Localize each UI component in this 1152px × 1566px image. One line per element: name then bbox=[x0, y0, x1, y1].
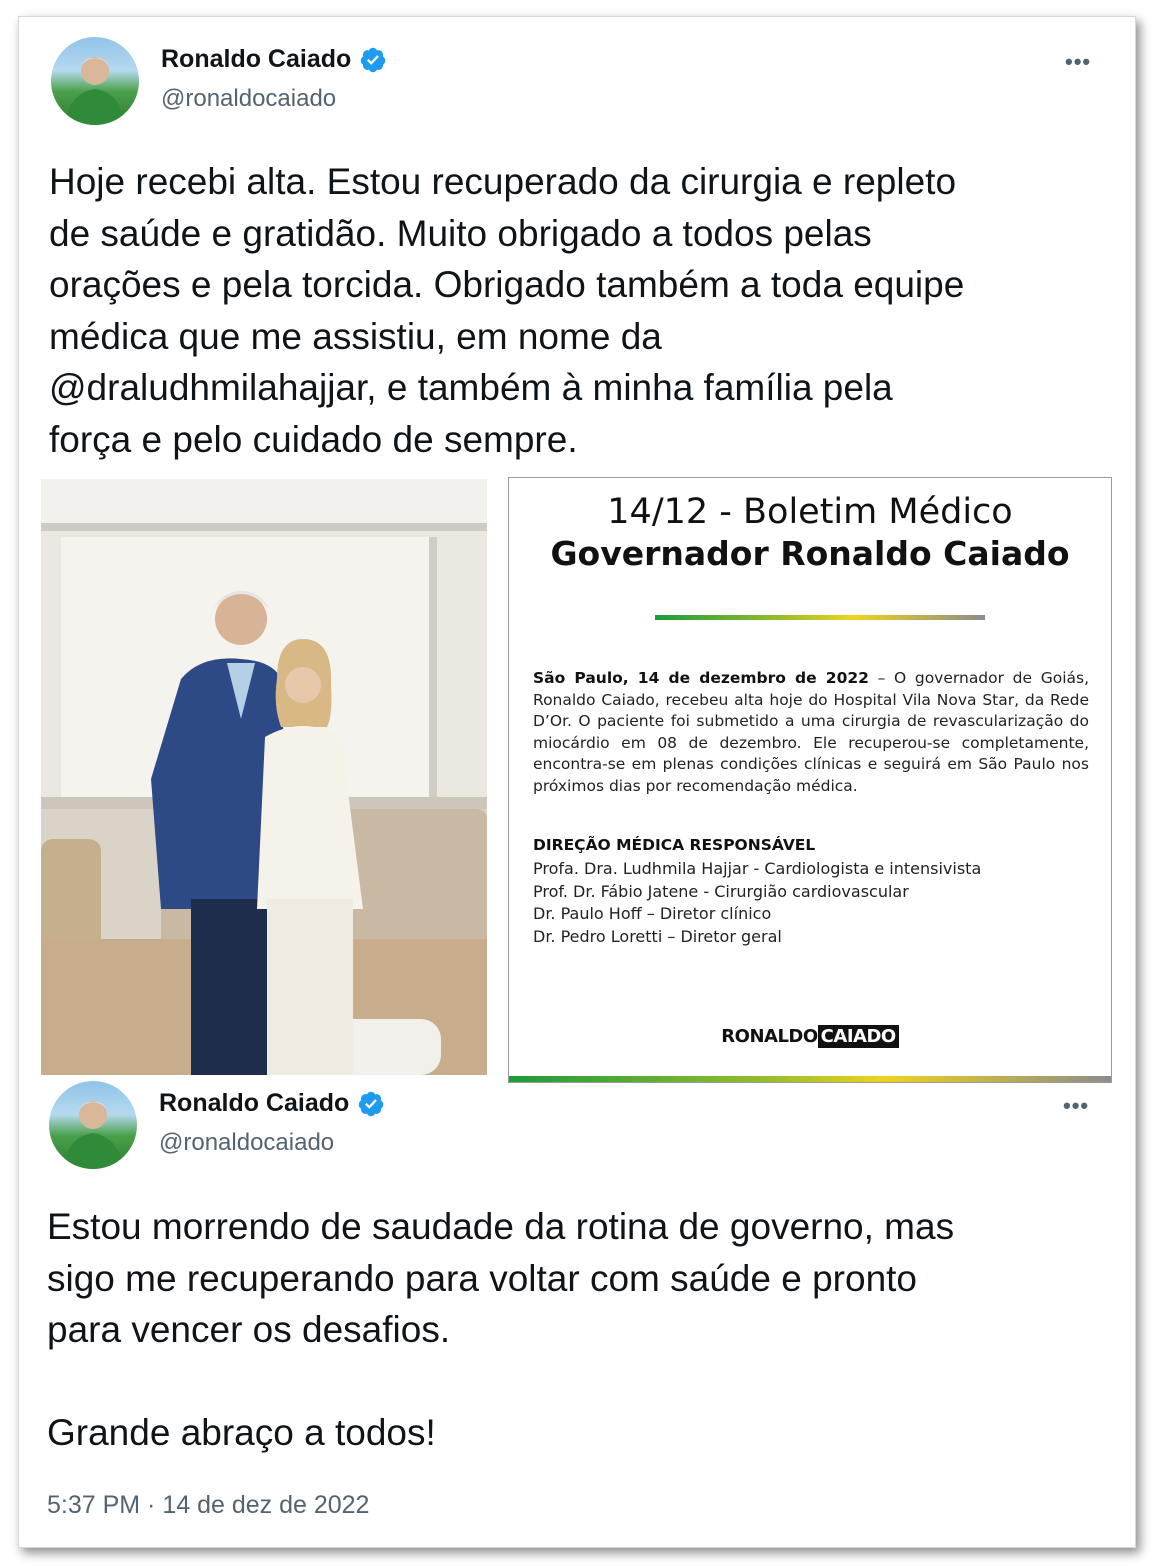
author-name-label: Ronaldo Caiado bbox=[161, 45, 352, 73]
author-name[interactable]: Ronaldo Caiado bbox=[161, 45, 387, 74]
author-name-label: Ronaldo Caiado bbox=[159, 1089, 350, 1117]
tweet-text: Estou morrendo de saudade da rotina de g… bbox=[47, 1206, 955, 1453]
doctor-entry: Profa. Dra. Ludhmila Hajjar - Cardiologi… bbox=[533, 859, 982, 878]
doctor-entry: Dr. Pedro Loretti – Diretor geral bbox=[533, 926, 782, 946]
flag-color-divider bbox=[655, 615, 985, 620]
doctor-entry: Dr. Paulo Hoff – Diretor clínico bbox=[533, 904, 772, 923]
medical-team-list: Profa. Dra. Ludhmila Hajjar - Cardiologi… bbox=[533, 858, 981, 948]
author-name[interactable]: Ronaldo Caiado bbox=[159, 1089, 385, 1118]
more-options-icon[interactable]: ••• bbox=[1063, 1093, 1089, 1119]
ronaldo-caiado-logo: RONALDO CAIADO bbox=[509, 1025, 1111, 1048]
verified-badge-icon bbox=[359, 1091, 384, 1116]
author-handle[interactable]: @ronaldocaiado bbox=[159, 1129, 334, 1157]
doctor-entry: Prof. Dr. Fábio Jatene - Cirurgião cardi… bbox=[533, 881, 909, 901]
verified-badge-icon bbox=[361, 47, 386, 72]
flag-color-bar bbox=[509, 1076, 1111, 1082]
tweet-text: Hoje recebi alta. Estou recuperado da ci… bbox=[49, 161, 965, 460]
author-handle[interactable]: @ronaldocaiado bbox=[161, 85, 336, 113]
bulletin-dateline: São Paulo, 14 de dezembro de 2022 bbox=[533, 669, 869, 687]
bulletin-subject-title: Governador Ronaldo Caiado bbox=[550, 534, 1070, 573]
medical-bulletin[interactable]: 14/12 - Boletim Médico Governador Ronald… bbox=[508, 477, 1112, 1083]
photo-illustration bbox=[41, 479, 487, 1075]
tweet-timestamp[interactable]: 5:37 PM · 14 de dez de 2022 bbox=[47, 1491, 369, 1520]
medical-team-heading: DIREÇÃO MÉDICA RESPONSÁVEL bbox=[533, 836, 816, 854]
screenshot-collage: Ronaldo Caiado @ronaldocaiado ••• Hoje r… bbox=[18, 16, 1136, 1548]
avatar[interactable] bbox=[49, 1081, 137, 1169]
avatar[interactable] bbox=[51, 37, 139, 125]
hospital-photo[interactable] bbox=[41, 479, 487, 1075]
bulletin-date-title: 14/12 - Boletim Médico bbox=[607, 492, 1013, 532]
bulletin-body: São Paulo, 14 de dezembro de 2022 – O go… bbox=[533, 668, 1089, 797]
bulletin-body-text: – O governador de Goiás, Ronaldo Caiado,… bbox=[533, 669, 1089, 795]
more-options-icon[interactable]: ••• bbox=[1065, 49, 1091, 75]
